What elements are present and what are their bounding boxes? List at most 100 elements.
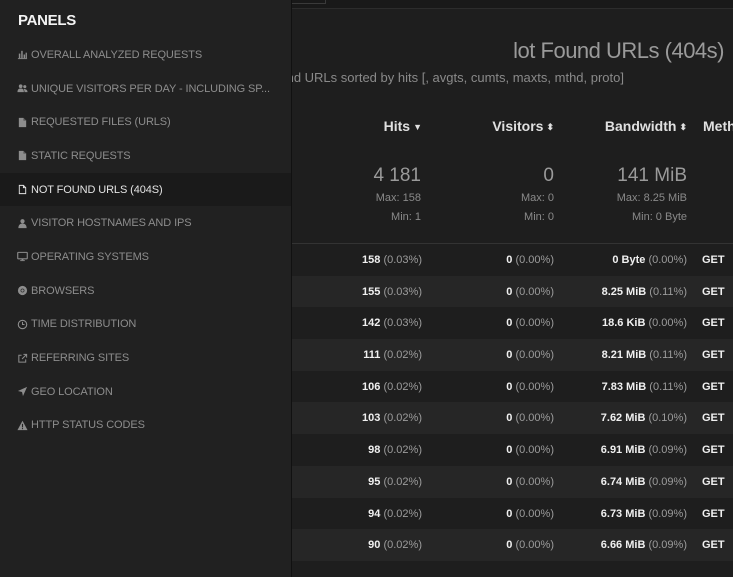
column-header-hits[interactable]: Hits ▼ bbox=[384, 118, 422, 134]
cell-hits-percent: (0.02%) bbox=[383, 444, 422, 457]
cell-bandwidth-value: 6.66 MiB bbox=[600, 539, 646, 552]
cell-bandwidth-percent: (0.09%) bbox=[648, 444, 687, 457]
cell-hits: 111 (0.02%) bbox=[363, 349, 422, 361]
users-icon bbox=[16, 83, 28, 95]
cell-hits-percent: (0.02%) bbox=[383, 380, 422, 393]
cell-bandwidth: 7.83 MiB (0.11%) bbox=[602, 381, 687, 393]
cell-visitors-percent: (0.00%) bbox=[515, 349, 554, 362]
cell-visitors-value: 0 bbox=[506, 380, 513, 393]
cell-bandwidth: 7.62 MiB (0.10%) bbox=[601, 412, 687, 424]
cell-hits-percent: (0.02%) bbox=[383, 507, 422, 520]
panel-item-static-requests[interactable]: STATIC REQUESTS bbox=[0, 139, 291, 173]
panel-item-unique-visitors-per-day-including-sp[interactable]: UNIQUE VISITORS PER DAY - INCLUDING SP..… bbox=[0, 72, 291, 106]
cell-visitors-percent: (0.00%) bbox=[515, 444, 554, 457]
cell-method: GET bbox=[702, 475, 725, 488]
cell-hits-value: 158 bbox=[362, 254, 381, 266]
cell-visitors-percent: (0.00%) bbox=[515, 412, 554, 425]
cell-bandwidth: 0 Byte (0.00%) bbox=[612, 254, 687, 266]
location-arrow-icon bbox=[16, 386, 28, 398]
panel-item-time-distribution[interactable]: TIME DISTRIBUTION bbox=[0, 308, 291, 342]
cell-hits-value: 95 bbox=[368, 475, 381, 488]
cell-bandwidth-percent: (0.11%) bbox=[649, 285, 687, 298]
column-header-visitors[interactable]: Visitors ⬍ bbox=[492, 118, 554, 134]
user-icon bbox=[16, 217, 28, 229]
cell-bandwidth-percent: (0.09%) bbox=[648, 539, 687, 552]
chrome-icon bbox=[16, 285, 28, 297]
cell-hits-percent: (0.02%) bbox=[383, 539, 422, 552]
clock-icon bbox=[16, 318, 28, 330]
panel-item-label: GEO LOCATION bbox=[31, 385, 113, 398]
cell-bandwidth-value: 7.62 MiB bbox=[600, 412, 646, 425]
panel-item-overall-analyzed-requests[interactable]: OVERALL ANALYZED REQUESTS bbox=[0, 38, 291, 72]
file-outline-icon bbox=[16, 184, 28, 196]
cell-visitors: 0 (0.00%) bbox=[506, 412, 554, 424]
cell-hits-percent: (0.03%) bbox=[383, 285, 422, 298]
cell-visitors-percent: (0.00%) bbox=[515, 254, 554, 266]
cell-hits-percent: (0.03%) bbox=[383, 254, 422, 266]
cell-hits: 90 (0.02%) bbox=[368, 539, 422, 551]
cell-bandwidth-value: 18.6 KiB bbox=[601, 317, 646, 330]
summary-bandwidth-max: Max: 8.25 MiB bbox=[616, 192, 687, 204]
cell-hits-percent: (0.02%) bbox=[383, 412, 422, 425]
panel-item-geo-location[interactable]: GEO LOCATION bbox=[0, 375, 291, 409]
panel-item-browsers[interactable]: BROWSERS bbox=[0, 274, 291, 308]
cell-hits-percent: (0.03%) bbox=[383, 317, 422, 330]
cell-hits-value: 111 bbox=[363, 349, 381, 362]
summary-bandwidth-min: Min: 0 Byte bbox=[631, 211, 687, 223]
cell-method: GET bbox=[702, 444, 725, 457]
cell-visitors: 0 (0.00%) bbox=[506, 317, 554, 329]
panel-item-label: OVERALL ANALYZED REQUESTS bbox=[31, 48, 203, 61]
cell-method: GET bbox=[702, 254, 725, 266]
cell-visitors: 0 (0.00%) bbox=[506, 444, 554, 456]
cell-bandwidth-value: 7.83 MiB bbox=[601, 380, 647, 393]
cell-hits-value: 142 bbox=[362, 317, 381, 330]
column-header-bandwidth[interactable]: Bandwidth ⬍ bbox=[605, 118, 687, 134]
cell-method: GET bbox=[702, 349, 725, 362]
panel-item-referring-sites[interactable]: REFERRING SITES bbox=[0, 341, 291, 375]
cell-bandwidth-percent: (0.11%) bbox=[649, 349, 687, 362]
cell-bandwidth-percent: (0.09%) bbox=[648, 507, 687, 520]
cell-bandwidth-percent: (0.00%) bbox=[648, 317, 687, 330]
cell-bandwidth: 6.74 MiB (0.09%) bbox=[601, 476, 687, 488]
cell-visitors-percent: (0.00%) bbox=[515, 380, 554, 393]
cell-hits: 106 (0.02%) bbox=[362, 381, 422, 393]
panels-title: PANELS bbox=[18, 12, 76, 29]
cell-visitors-value: 0 bbox=[506, 254, 513, 266]
panel-item-not-found-urls-404s[interactable]: NOT FOUND URLS (404S) bbox=[0, 172, 291, 207]
column-header-method[interactable]: Meth bbox=[703, 118, 733, 134]
cell-hits-percent: (0.02%) bbox=[383, 475, 422, 488]
cell-hits-percent: (0.02%) bbox=[383, 349, 422, 362]
cell-hits: 158 (0.03%) bbox=[362, 254, 422, 266]
cell-hits-value: 106 bbox=[362, 380, 381, 393]
cell-bandwidth: 8.25 MiB (0.11%) bbox=[602, 286, 687, 298]
cell-bandwidth-value: 8.21 MiB bbox=[601, 349, 647, 362]
summary-visitors-max: Max: 0 bbox=[520, 192, 554, 204]
cell-hits: 95 (0.02%) bbox=[368, 476, 422, 488]
cell-method: GET bbox=[702, 412, 725, 425]
panel-item-operating-systems[interactable]: OPERATING SYSTEMS bbox=[0, 240, 291, 274]
cell-visitors-percent: (0.00%) bbox=[515, 285, 554, 298]
panel-item-requested-files-urls[interactable]: REQUESTED FILES (URLS) bbox=[0, 105, 291, 139]
sort-icon: ⬍ bbox=[546, 122, 554, 132]
cell-bandwidth: 8.21 MiB (0.11%) bbox=[602, 349, 687, 361]
cell-bandwidth-value: 6.91 MiB bbox=[600, 444, 646, 457]
cell-bandwidth-value: 0 Byte bbox=[612, 254, 646, 266]
panel-item-label: OPERATING SYSTEMS bbox=[31, 250, 149, 263]
cell-hits: 103 (0.02%) bbox=[362, 412, 422, 424]
cell-visitors-value: 0 bbox=[506, 507, 513, 520]
panel-item-http-status-codes[interactable]: HTTP STATUS CODES bbox=[0, 409, 291, 443]
cell-visitors: 0 (0.00%) bbox=[506, 539, 554, 551]
cell-bandwidth-value: 8.25 MiB bbox=[601, 285, 647, 298]
panel-item-label: TIME DISTRIBUTION bbox=[31, 318, 137, 331]
cell-hits-value: 103 bbox=[362, 412, 381, 425]
cell-visitors-percent: (0.00%) bbox=[515, 475, 554, 488]
cell-visitors-value: 0 bbox=[506, 285, 513, 298]
cell-visitors-percent: (0.00%) bbox=[515, 539, 554, 552]
summary-hits-total: 4 181 bbox=[373, 165, 421, 186]
cell-bandwidth-percent: (0.00%) bbox=[648, 254, 687, 266]
summary-hits-max: Max: 158 bbox=[375, 192, 421, 204]
panel-item-visitor-hostnames-and-ips[interactable]: VISITOR HOSTNAMES AND IPS bbox=[0, 206, 291, 240]
cell-hits-value: 94 bbox=[368, 507, 381, 520]
panel-item-label: REFERRING SITES bbox=[31, 352, 130, 365]
cell-method: GET bbox=[702, 539, 725, 552]
